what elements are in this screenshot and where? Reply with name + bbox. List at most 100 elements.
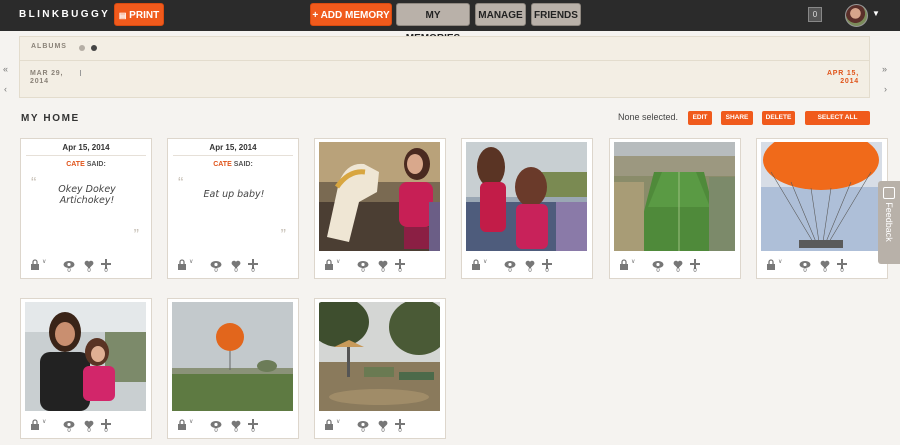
album-dot[interactable]: [79, 45, 85, 51]
like-heart-icon[interactable]: [378, 416, 390, 429]
memory-card[interactable]: ∨ 0 0 0: [20, 298, 152, 439]
chevron-down-icon[interactable]: ∨: [631, 258, 635, 265]
add-memory-button[interactable]: + ADD MEMORY: [310, 3, 392, 26]
views-eye-icon[interactable]: [210, 416, 222, 428]
timeline-marker[interactable]: [80, 70, 81, 76]
memory-card[interactable]: ∨ 0 0 0: [609, 138, 741, 279]
like-heart-icon[interactable]: [673, 256, 685, 269]
chevron-right-icon[interactable]: ›: [884, 84, 887, 94]
friends-tab[interactable]: FRIENDS: [531, 3, 581, 26]
memory-card[interactable]: ∨ 0 0 0: [167, 298, 299, 439]
memory-card[interactable]: Apr 15, 2014 CATE SAID: “ Eat up baby! ”…: [167, 138, 299, 279]
card-footer: ∨ 0 0 0: [610, 253, 740, 279]
memory-card[interactable]: ∨ 0 0 0: [314, 138, 446, 279]
my-memories-tab[interactable]: MY MEMORIES: [396, 3, 470, 44]
views-eye-icon[interactable]: [357, 256, 369, 268]
like-heart-icon[interactable]: [231, 416, 243, 429]
add-plus-icon[interactable]: [837, 256, 849, 269]
edit-button[interactable]: EDIT: [688, 111, 712, 125]
double-chevron-right-icon[interactable]: »: [882, 64, 887, 74]
add-plus-icon[interactable]: [101, 256, 113, 269]
share-button[interactable]: SHARE: [721, 111, 753, 125]
print-icon: ▤: [118, 11, 127, 20]
notification-badge[interactable]: 0: [808, 7, 822, 22]
manage-tab[interactable]: MANAGE: [475, 3, 526, 26]
privacy-lock-icon[interactable]: [324, 417, 334, 430]
like-heart-icon[interactable]: [378, 256, 390, 269]
views-eye-icon[interactable]: [799, 256, 811, 268]
carousel-photo[interactable]: [319, 142, 440, 251]
playground-photo[interactable]: [319, 302, 440, 411]
chevron-down-icon[interactable]: ∨: [778, 258, 782, 265]
print-label: PRINT: [129, 10, 160, 21]
add-plus-icon[interactable]: [248, 416, 260, 429]
timeline-bar[interactable]: MAR 29, 2014 APR 15, 2014: [19, 60, 870, 98]
privacy-lock-icon[interactable]: [30, 257, 40, 270]
note-text: Eat up baby!: [203, 189, 265, 200]
privacy-lock-icon[interactable]: [471, 257, 481, 270]
adds-count: 0: [398, 268, 402, 274]
likes-count: 0: [87, 428, 91, 434]
memory-card[interactable]: ∨ 0 0 0: [756, 138, 888, 279]
chevron-down-icon[interactable]: ▼: [872, 9, 880, 18]
privacy-lock-icon[interactable]: [177, 257, 187, 270]
chevron-down-icon[interactable]: ∨: [189, 418, 193, 425]
adds-count: 0: [251, 428, 255, 434]
add-plus-icon[interactable]: [690, 256, 702, 269]
privacy-lock-icon[interactable]: [619, 257, 629, 270]
privacy-lock-icon[interactable]: [324, 257, 334, 270]
feedback-tab[interactable]: Feedback: [878, 181, 900, 264]
divider: [26, 155, 146, 156]
like-heart-icon[interactable]: [84, 256, 96, 269]
like-heart-icon[interactable]: [84, 416, 96, 429]
chevron-down-icon[interactable]: ∨: [483, 258, 487, 265]
balloon-photo[interactable]: [761, 142, 882, 251]
window-view-photo[interactable]: [466, 142, 587, 251]
print-button[interactable]: ▤ PRINT: [114, 3, 164, 26]
memory-card[interactable]: ∨ 0 0 0: [314, 298, 446, 439]
chevron-down-icon[interactable]: ∨: [42, 258, 46, 265]
views-eye-icon[interactable]: [63, 416, 75, 428]
views-eye-icon[interactable]: [210, 256, 222, 268]
views-eye-icon[interactable]: [652, 256, 664, 268]
add-plus-icon[interactable]: [395, 256, 407, 269]
top-navigation-bar: BLINKBUGGY ▤ PRINT + ADD MEMORY MY MEMOR…: [0, 0, 900, 44]
add-plus-icon[interactable]: [395, 416, 407, 429]
card-footer: ∨ 0 0 0: [168, 253, 298, 279]
mother-daughter-photo[interactable]: [25, 302, 146, 411]
views-eye-icon[interactable]: [357, 416, 369, 428]
chevron-down-icon[interactable]: ∨: [189, 258, 193, 265]
likes-count: 0: [528, 268, 532, 274]
like-heart-icon[interactable]: [231, 256, 243, 269]
album-dot-active[interactable]: [91, 45, 97, 51]
views-count: 0: [361, 428, 365, 434]
like-heart-icon[interactable]: [525, 256, 537, 269]
views-eye-icon[interactable]: [63, 256, 75, 268]
delete-button[interactable]: DELETE: [762, 111, 795, 125]
balloon-park-photo[interactable]: [172, 302, 293, 411]
add-plus-icon[interactable]: [101, 416, 113, 429]
privacy-lock-icon[interactable]: [766, 257, 776, 270]
select-all-button[interactable]: SELECT ALL: [805, 111, 870, 125]
add-plus-icon[interactable]: [542, 256, 554, 269]
brand-logo[interactable]: BLINKBUGGY: [19, 9, 110, 20]
privacy-lock-icon[interactable]: [177, 417, 187, 430]
chevron-left-icon[interactable]: ‹: [4, 84, 7, 94]
aerial-field-photo[interactable]: [614, 142, 735, 251]
adds-count: 0: [251, 268, 255, 274]
user-avatar[interactable]: [845, 4, 868, 27]
double-chevron-left-icon[interactable]: «: [3, 64, 8, 74]
privacy-lock-icon[interactable]: [30, 417, 40, 430]
memory-card[interactable]: Apr 15, 2014 CATE SAID: “ Okey Dokey Art…: [20, 138, 152, 279]
chevron-down-icon[interactable]: ∨: [336, 418, 340, 425]
chevron-down-icon[interactable]: ∨: [336, 258, 340, 265]
chevron-down-icon[interactable]: ∨: [42, 418, 46, 425]
note-author: CATE SAID:: [213, 161, 253, 168]
timeline-end-date: APR 15, 2014: [826, 70, 859, 85]
memory-card[interactable]: ∨ 0 0 0: [461, 138, 593, 279]
timeline-start-date: MAR 29, 2014: [30, 70, 64, 85]
page-title: MY HOME: [21, 113, 80, 124]
add-plus-icon[interactable]: [248, 256, 260, 269]
like-heart-icon[interactable]: [820, 256, 832, 269]
views-eye-icon[interactable]: [504, 256, 516, 268]
